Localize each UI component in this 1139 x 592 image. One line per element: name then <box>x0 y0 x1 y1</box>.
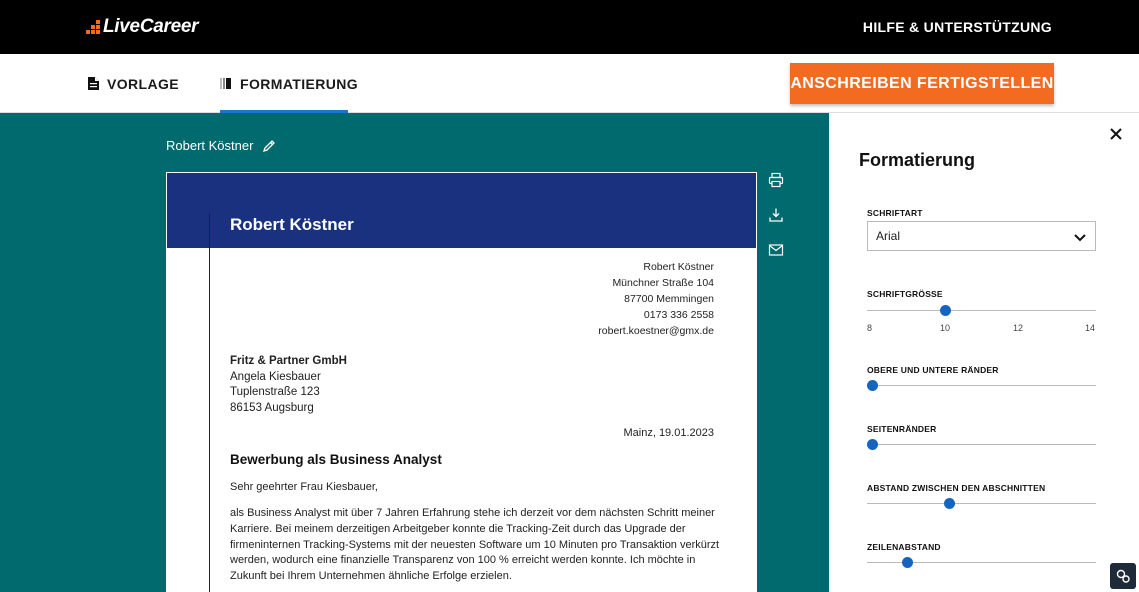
letter-subject: Bewerbung als Business Analyst <box>230 452 442 467</box>
recipient-company: Fritz & Partner GmbH <box>230 355 347 367</box>
email-icon[interactable] <box>768 242 784 258</box>
section-spacing-label: ABSTAND ZWISCHEN DEN ABSCHNITTEN <box>867 483 1046 493</box>
section-spacing-slider[interactable] <box>867 497 1096 509</box>
font-size-tick: 8 <box>867 323 873 333</box>
font-label: SCHRIFTART <box>867 208 923 218</box>
print-icon[interactable] <box>768 172 784 188</box>
livecareer-logo[interactable]: LiveCareer <box>86 16 199 38</box>
cover-letter-preview[interactable]: Robert Köstner Robert Köstner Münchner S… <box>166 172 757 592</box>
line-spacing-label: ZEILENABSTAND <box>867 542 941 552</box>
tab-vorlage[interactable]: VORLAGE <box>88 54 179 113</box>
letter-paragraph: als Business Analyst mit über 7 Jahren E… <box>230 507 720 583</box>
support-chat-icon[interactable] <box>1110 563 1136 589</box>
tab-formatierung[interactable]: FORMATIERUNG <box>220 54 358 113</box>
line-spacing-knob[interactable] <box>902 557 914 568</box>
help-support-link[interactable]: HILFE & UNTERSTÜTZUNG <box>863 19 1052 35</box>
sender-street: Münchner Straße 104 <box>612 277 714 289</box>
side-margins-slider[interactable] <box>867 438 1096 450</box>
letter-divider-line <box>209 213 210 592</box>
recipient-city: 86153 Augsburg <box>230 401 314 414</box>
document-icon <box>88 77 99 90</box>
tab-formatierung-label: FORMATIERUNG <box>240 75 359 92</box>
panel-title: Formatierung <box>859 150 976 170</box>
font-size-tick: 12 <box>1013 323 1024 333</box>
letter-salutation: Sehr geehrter Frau Kiesbauer, <box>230 481 378 493</box>
font-size-slider-knob[interactable] <box>940 305 951 316</box>
letter-date: Mainz, 19.01.2023 <box>623 427 714 439</box>
section-spacing-knob[interactable] <box>943 498 955 509</box>
formatting-panel: Formatierung SCHRIFTART Arial SCHRIFTGRÖ… <box>829 113 1139 592</box>
sender-name: Robert Köstner <box>643 261 714 273</box>
font-size-label: SCHRIFTGRÖSSE <box>867 289 943 299</box>
font-size-tick: 10 <box>940 323 951 333</box>
sender-email: robert.koestner@gmx.de <box>598 325 714 337</box>
font-size-ticks: 8 10 12 14 <box>867 323 1096 335</box>
side-margins-knob[interactable] <box>867 439 878 450</box>
line-spacing-slider[interactable] <box>867 556 1096 568</box>
tab-vorlage-label: VORLAGE <box>107 75 180 92</box>
sender-city: 87700 Memmingen <box>624 293 714 305</box>
top-bottom-margins-knob[interactable] <box>867 380 878 391</box>
document-title[interactable]: Robert Köstner <box>166 138 276 153</box>
top-bottom-margins-slider[interactable] <box>867 379 1096 391</box>
recipient-person: Angela Kiesbauer <box>230 370 321 383</box>
format-icon <box>220 77 232 90</box>
sender-address: Robert Köstner Münchner Straße 104 87700… <box>598 259 714 339</box>
font-select-value: Arial <box>876 229 901 243</box>
logo-mark-icon <box>86 20 100 34</box>
font-size-slider[interactable] <box>867 304 1096 316</box>
logo-text: LiveCareer <box>103 16 199 37</box>
recipient-address: Fritz & Partner GmbH Angela Kiesbauer Tu… <box>230 354 347 416</box>
font-select[interactable]: Arial <box>867 221 1096 251</box>
top-bottom-margins-label: OBERE UND UNTERE RÄNDER <box>867 365 999 375</box>
document-title-text: Robert Köstner <box>166 138 254 153</box>
document-actions <box>768 172 784 277</box>
finish-cover-letter-button[interactable]: ANSCHREIBEN FERTIGSTELLEN <box>790 63 1054 104</box>
letter-header-name: Robert Köstner <box>230 215 354 234</box>
pencil-edit-icon[interactable] <box>262 139 276 153</box>
download-icon[interactable] <box>768 207 784 223</box>
font-size-tick: 14 <box>1085 323 1096 333</box>
sender-phone: 0173 336 2558 <box>643 309 714 321</box>
letter-header <box>167 173 756 248</box>
recipient-street: Tuplenstraße 123 <box>230 386 320 398</box>
editor-area: Robert Köstner Robert Köstner Robert Kös… <box>0 113 829 592</box>
side-margins-label: SEITENRÄNDER <box>867 424 937 434</box>
top-bar: LiveCareer HILFE & UNTERSTÜTZUNG <box>0 0 1139 54</box>
close-icon[interactable] <box>1109 127 1123 141</box>
chevron-down-icon <box>1074 231 1086 245</box>
